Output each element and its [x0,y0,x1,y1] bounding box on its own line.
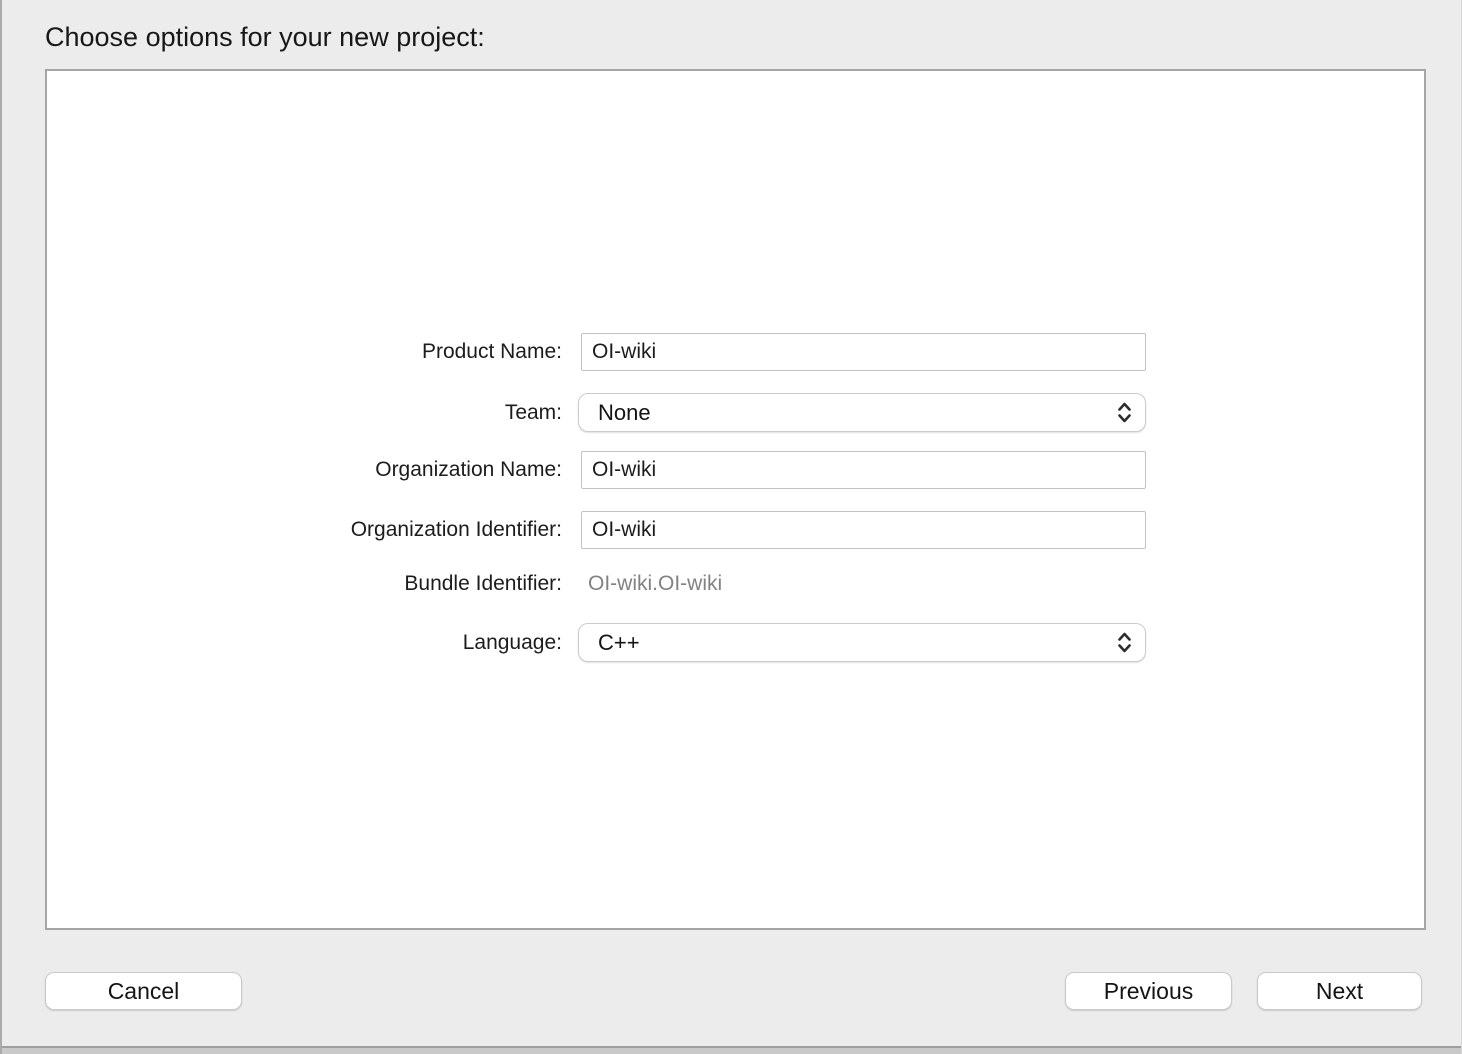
language-label: Language: [2,630,562,656]
team-popup-value: None [579,400,1117,426]
chevron-up-down-icon [1117,631,1132,654]
product-name-label: Product Name: [2,339,562,365]
options-panel [45,69,1426,930]
sheet-title: Choose options for your new project: [45,21,485,53]
previous-button[interactable]: Previous [1065,972,1232,1010]
cancel-button[interactable]: Cancel [45,972,242,1010]
chevron-up-down-icon [1117,401,1132,424]
language-popup[interactable]: C++ [578,623,1146,662]
organization-name-label: Organization Name: [2,457,562,483]
product-name-input[interactable] [581,333,1146,371]
window-bottom-frame [2,1046,1461,1054]
team-label: Team: [2,400,562,426]
next-button[interactable]: Next [1257,972,1422,1010]
organization-name-input[interactable] [581,451,1146,489]
bundle-identifier-value: OI-wiki.OI-wiki [588,571,722,597]
bundle-identifier-label: Bundle Identifier: [2,571,562,597]
new-project-options-sheet: Choose options for your new project: Pro… [0,0,1462,1054]
organization-identifier-label: Organization Identifier: [2,517,562,543]
team-popup[interactable]: None [578,393,1146,432]
organization-identifier-input[interactable] [581,511,1146,549]
language-popup-value: C++ [579,630,1117,656]
